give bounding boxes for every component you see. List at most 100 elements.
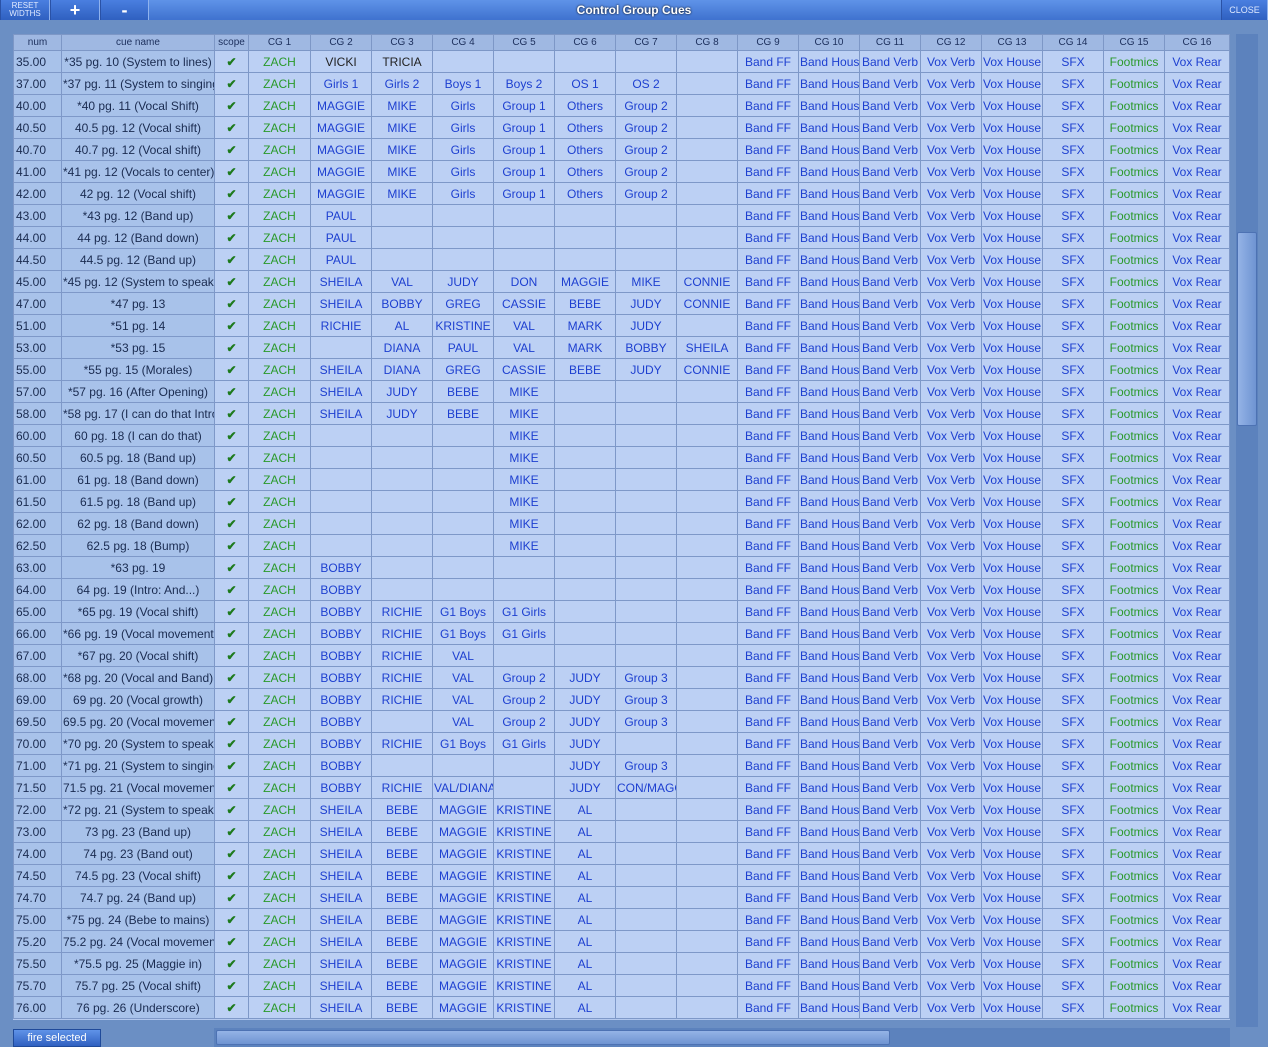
scope-check-icon[interactable]: ✔: [214, 512, 249, 535]
control-group-cell[interactable]: KRISTINE: [493, 974, 555, 997]
table-row[interactable]: 73.00 73 pg. 23 (Band up) ✔ ZACH SHEILA BEBE M…: [13, 820, 1230, 843]
control-group-cell[interactable]: BEBE: [371, 886, 433, 909]
control-group-cell[interactable]: BEBE: [371, 864, 433, 887]
control-group-cell[interactable]: Vox Verb: [920, 94, 982, 117]
control-group-cell[interactable]: AL: [554, 886, 616, 909]
control-group-cell[interactable]: Vox Rear: [1164, 732, 1230, 755]
control-group-cell[interactable]: Vox House: [981, 930, 1043, 953]
control-group-cell[interactable]: Footmics: [1103, 886, 1165, 909]
control-group-cell[interactable]: Vox House: [981, 798, 1043, 821]
control-group-cell[interactable]: [554, 50, 616, 73]
control-group-cell[interactable]: Band Verb: [859, 820, 921, 843]
control-group-cell[interactable]: SFX: [1042, 226, 1104, 249]
control-group-cell[interactable]: Vox Verb: [920, 578, 982, 601]
control-group-cell[interactable]: Band Hous: [798, 974, 860, 997]
control-group-cell[interactable]: Band Hous: [798, 512, 860, 535]
control-group-cell[interactable]: Group 2: [615, 182, 677, 205]
cue-number-cell[interactable]: 47.00: [13, 292, 62, 315]
control-group-cell[interactable]: Footmics: [1103, 798, 1165, 821]
control-group-cell[interactable]: SHEILA: [310, 908, 372, 931]
control-group-cell[interactable]: Vox Rear: [1164, 644, 1230, 667]
control-group-cell[interactable]: Vox Rear: [1164, 798, 1230, 821]
table-row[interactable]: 72.00*72 pg. 21 (System to speaking)✔ZAC…: [13, 798, 1230, 821]
control-group-cell[interactable]: VAL: [371, 270, 433, 293]
control-group-cell[interactable]: VICKI: [310, 50, 372, 73]
control-group-cell[interactable]: [432, 226, 494, 249]
control-group-cell[interactable]: Vox Rear: [1164, 886, 1230, 909]
control-group-cell[interactable]: Vox Rear: [1164, 622, 1230, 645]
control-group-cell[interactable]: SFX: [1042, 204, 1104, 227]
control-group-cell[interactable]: [676, 468, 738, 491]
control-group-cell[interactable]: MAGGIE: [432, 974, 494, 997]
control-group-cell[interactable]: Band FF: [737, 424, 799, 447]
cue-name-cell[interactable]: 64 pg. 19 (Intro: And...): [61, 578, 215, 601]
control-group-cell[interactable]: [615, 534, 677, 557]
control-group-cell[interactable]: [676, 908, 738, 931]
cue-number-cell[interactable]: 58.00: [13, 402, 62, 425]
control-group-cell[interactable]: MAGGIE: [432, 908, 494, 931]
control-group-cell[interactable]: Vox Verb: [920, 644, 982, 667]
table-row[interactable]: 62.50 62.5 pg. 18 (Bump) ✔ ZACH MIKE Band FF B…: [13, 534, 1230, 557]
control-group-cell[interactable]: Band Hous: [798, 446, 860, 469]
control-group-cell[interactable]: AL: [371, 314, 433, 337]
table-row[interactable]: 66.00 *66 pg. 19 (Vocal movement) ✔ ZACH BOB…: [13, 622, 1230, 645]
control-group-cell[interactable]: BOBBY: [615, 336, 677, 359]
table-row[interactable]: 74.70 74.7 pg. 24 (Band up) ✔ ZACH SHEILA BEB…: [13, 886, 1230, 909]
control-group-cell[interactable]: ZACH: [248, 820, 311, 843]
table-row[interactable]: 61.50 61.5 pg. 18 (Band up) ✔ ZACH MIKE Band …: [13, 490, 1230, 513]
table-row[interactable]: 42.00 42 pg. 12 (Vocal shift) ✔ ZACH MAGGIE M…: [13, 182, 1230, 205]
control-group-cell[interactable]: [676, 402, 738, 425]
cue-number-cell[interactable]: 35.00: [13, 50, 62, 73]
control-group-cell[interactable]: AL: [554, 974, 616, 997]
control-group-cell[interactable]: Vox Rear: [1164, 842, 1230, 865]
control-group-cell[interactable]: MIKE: [493, 402, 555, 425]
control-group-cell[interactable]: VAL: [493, 314, 555, 337]
control-group-cell[interactable]: [371, 204, 433, 227]
control-group-cell[interactable]: Band Verb: [859, 446, 921, 469]
control-group-cell[interactable]: MIKE: [371, 160, 433, 183]
control-group-cell[interactable]: [493, 556, 555, 579]
control-group-cell[interactable]: [310, 446, 372, 469]
cue-name-cell[interactable]: *58 pg. 17 (I can do that Intro): [61, 402, 215, 425]
table-row[interactable]: 74.50 74.5 pg. 23 (Vocal shift) ✔ ZACH SHEIL…: [13, 864, 1230, 887]
control-group-cell[interactable]: BEBE: [371, 908, 433, 931]
control-group-cell[interactable]: [554, 512, 616, 535]
scope-check-icon[interactable]: ✔: [214, 468, 249, 491]
control-group-cell[interactable]: Band Verb: [859, 116, 921, 139]
control-group-cell[interactable]: Footmics: [1103, 908, 1165, 931]
control-group-cell[interactable]: Footmics: [1103, 314, 1165, 337]
control-group-cell[interactable]: Vox House: [981, 996, 1043, 1019]
control-group-cell[interactable]: G1 Boys: [432, 600, 494, 623]
control-group-cell[interactable]: Band Hous: [798, 578, 860, 601]
cue-name-cell[interactable]: *35 pg. 10 (System to lines): [61, 50, 215, 73]
control-group-cell[interactable]: Band Verb: [859, 292, 921, 315]
control-group-cell[interactable]: [676, 380, 738, 403]
control-group-cell[interactable]: BEBE: [432, 380, 494, 403]
control-group-cell[interactable]: ZACH: [248, 380, 311, 403]
control-group-cell[interactable]: [615, 248, 677, 271]
control-group-cell[interactable]: Footmics: [1103, 578, 1165, 601]
control-group-cell[interactable]: [554, 490, 616, 513]
control-group-cell[interactable]: [615, 842, 677, 865]
control-group-cell[interactable]: Vox Verb: [920, 798, 982, 821]
control-group-cell[interactable]: Vox Verb: [920, 688, 982, 711]
cue-number-cell[interactable]: 73.00: [13, 820, 62, 843]
table-row[interactable]: 60.00 60 pg. 18 (I can do that) ✔ ZACH MIKE B…: [13, 424, 1230, 447]
control-group-cell[interactable]: [615, 468, 677, 491]
control-group-cell[interactable]: [615, 886, 677, 909]
control-group-cell[interactable]: ZACH: [248, 644, 311, 667]
control-group-cell[interactable]: Band Verb: [859, 204, 921, 227]
control-group-cell[interactable]: Band FF: [737, 578, 799, 601]
column-header[interactable]: CG 2: [310, 34, 372, 51]
control-group-cell[interactable]: Band Hous: [798, 424, 860, 447]
control-group-cell[interactable]: ZACH: [248, 732, 311, 755]
table-row[interactable]: 71.00 *71 pg. 21 (System to singing) ✔ ZACH…: [13, 754, 1230, 777]
cue-name-cell[interactable]: *40 pg. 11 (Vocal Shift): [61, 94, 215, 117]
control-group-cell[interactable]: Group 1: [493, 160, 555, 183]
control-group-cell[interactable]: [676, 732, 738, 755]
control-group-cell[interactable]: RICHIE: [371, 688, 433, 711]
control-group-cell[interactable]: [554, 534, 616, 557]
scope-check-icon[interactable]: ✔: [214, 754, 249, 777]
control-group-cell[interactable]: [676, 116, 738, 139]
control-group-cell[interactable]: SHEILA: [310, 358, 372, 381]
